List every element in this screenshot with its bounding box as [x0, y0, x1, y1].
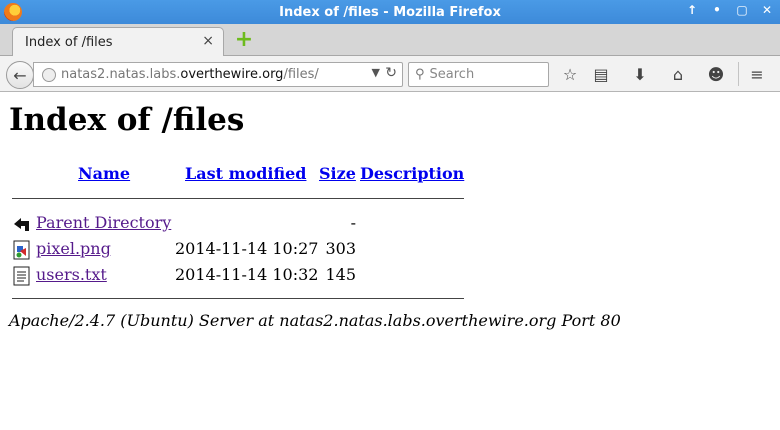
- new-tab-plus-icon[interactable]: +: [234, 29, 254, 51]
- parent-directory-link[interactable]: Parent Directory: [36, 213, 171, 232]
- back-arrow-icon: ←: [13, 65, 27, 85]
- column-header-description[interactable]: Description: [360, 164, 464, 183]
- window-restore-icon[interactable]: ▢: [735, 3, 749, 17]
- back-icon: [14, 218, 29, 231]
- users-txt-link[interactable]: users.txt: [36, 265, 107, 284]
- column-header-name[interactable]: Name: [78, 164, 130, 183]
- tab-index-of-files[interactable]: Index of /files ×: [12, 27, 224, 56]
- search-input[interactable]: ⚲ Search: [408, 62, 549, 87]
- back-button[interactable]: ←: [6, 61, 34, 89]
- window-titlebar: Index of /files - Mozilla Firefox ↑ • ▢ …: [0, 0, 780, 24]
- listing-row: pixel.png 2014-11-14 10:27 303: [12, 239, 472, 261]
- bookmark-star-icon[interactable]: ☆: [559, 64, 581, 86]
- row-size: 303: [325, 239, 356, 258]
- reload-icon[interactable]: ↻: [385, 65, 397, 81]
- row-modified: 2014-11-14 10:32: [175, 265, 319, 284]
- window-close-icon[interactable]: ✕: [760, 3, 774, 17]
- tab-close-icon[interactable]: ×: [202, 33, 214, 49]
- chat-smiley-icon[interactable]: ☻: [705, 64, 727, 86]
- listing-bottom-rule: [12, 298, 464, 299]
- server-signature: Apache/2.4.7 (Ubuntu) Server at natas2.n…: [9, 311, 621, 330]
- listing-top-rule: [12, 198, 464, 199]
- row-size: -: [350, 213, 356, 232]
- tab-label: Index of /files: [25, 34, 113, 50]
- image-file-icon: [13, 240, 30, 260]
- listing-row: users.txt 2014-11-14 10:32 145: [12, 265, 472, 287]
- column-header-last-modified[interactable]: Last modified: [185, 164, 306, 183]
- page-content: Index of /files Name Last modified Size …: [0, 92, 780, 430]
- url-history-dropdown-icon[interactable]: ▼: [372, 66, 380, 79]
- window-maximize-up-icon[interactable]: ↑: [685, 3, 699, 17]
- search-icon: ⚲: [415, 67, 425, 82]
- row-size: 145: [325, 265, 356, 284]
- menu-hamburger-icon[interactable]: ≡: [746, 64, 768, 86]
- listing-row: Parent Directory -: [12, 213, 472, 235]
- row-modified: 2014-11-14 10:27: [175, 239, 319, 258]
- toolbar-separator: [738, 62, 739, 86]
- tab-strip: Index of /files × +: [0, 24, 780, 56]
- home-icon[interactable]: ⌂: [667, 64, 689, 86]
- text-file-icon: [13, 266, 30, 286]
- globe-icon: [42, 67, 56, 82]
- url-text: natas2.natas.labs.overthewire.org/files/: [61, 67, 319, 82]
- downloads-icon[interactable]: ⬇: [629, 64, 651, 86]
- firefox-logo-icon: [4, 3, 22, 21]
- pixel-png-link[interactable]: pixel.png: [36, 239, 111, 258]
- window-title: Index of /files - Mozilla Firefox: [279, 4, 501, 20]
- reading-list-icon[interactable]: ▤: [590, 64, 612, 86]
- search-placeholder: Search: [429, 67, 475, 82]
- page-title: Index of /files: [9, 102, 245, 138]
- url-bar[interactable]: natas2.natas.labs.overthewire.org/files/…: [33, 62, 403, 87]
- column-header-size[interactable]: Size: [319, 164, 356, 183]
- window-minimize-icon[interactable]: •: [710, 3, 724, 17]
- window-controls: ↑ • ▢ ✕: [685, 3, 774, 17]
- navigation-toolbar: ← natas2.natas.labs.overthewire.org/file…: [0, 56, 780, 92]
